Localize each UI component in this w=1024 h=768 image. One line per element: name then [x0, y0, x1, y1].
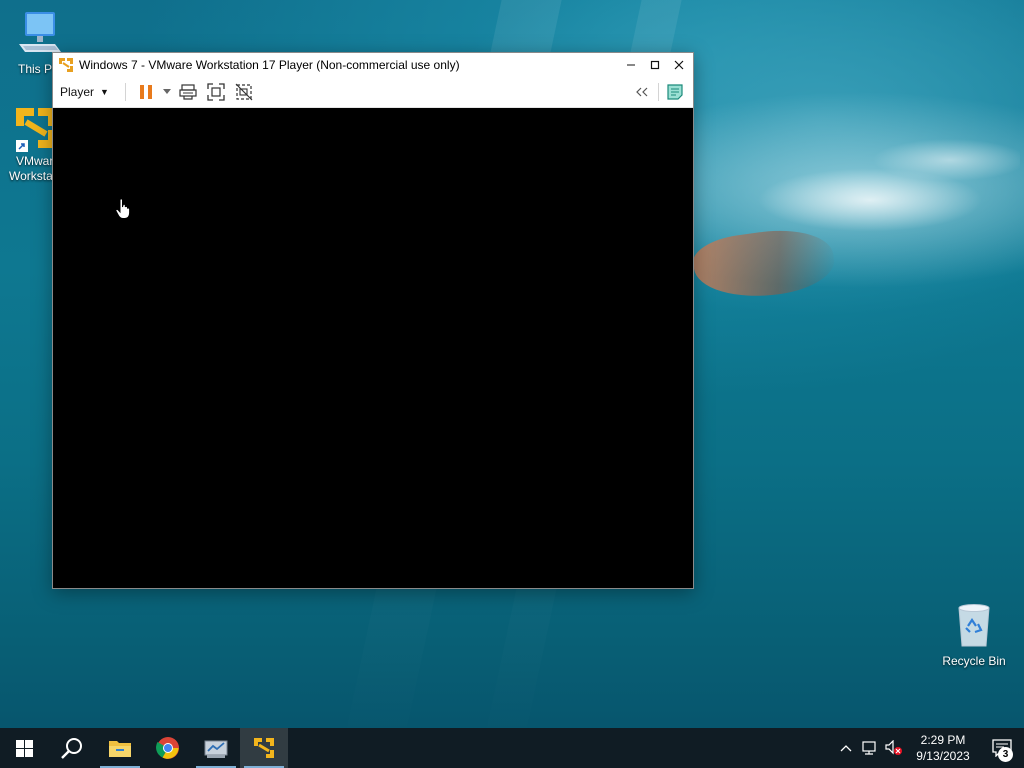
show-hidden-icons-button[interactable] — [834, 728, 858, 768]
start-button[interactable] — [0, 728, 48, 768]
taskbar-clock[interactable]: 2:29 PM 9/13/2023 — [906, 732, 980, 764]
window-title: Windows 7 - VMware Workstation 17 Player… — [79, 58, 460, 72]
desktop-icon-label: Recycle Bin — [942, 654, 1006, 668]
unity-button[interactable] — [230, 80, 258, 104]
chevron-up-icon — [840, 745, 852, 752]
full-screen-icon — [207, 83, 225, 101]
message-log-button[interactable] — [661, 80, 689, 104]
volume-muted-icon — [885, 740, 902, 755]
toolbar: Player ▼ — [53, 77, 693, 108]
action-center-button[interactable]: 3 — [980, 728, 1024, 768]
collapse-toolbar-button[interactable] — [628, 80, 656, 104]
wallpaper-fabric — [690, 222, 838, 306]
player-menu[interactable]: Player ▼ — [60, 85, 119, 99]
chrome-icon — [156, 737, 179, 759]
taskbar-vmware-player[interactable] — [240, 728, 288, 768]
pause-icon — [139, 85, 152, 99]
shortcut-arrow-icon — [16, 140, 28, 152]
clock-date: 9/13/2023 — [916, 749, 970, 763]
system-tray: 2:29 PM 9/13/2023 3 — [834, 728, 1024, 768]
taskbar: 2:29 PM 9/13/2023 3 — [0, 728, 1024, 768]
send-ctrl-alt-del-icon — [179, 84, 197, 100]
minimize-icon — [627, 64, 635, 66]
unity-icon — [235, 83, 253, 101]
send-ctrl-alt-del-button[interactable] — [174, 80, 202, 104]
maximize-icon — [650, 60, 660, 70]
vmware-logo-icon — [58, 57, 74, 73]
network-status-button[interactable] — [858, 728, 882, 768]
collapse-icon — [636, 87, 648, 97]
vmware-player-window[interactable]: Windows 7 - VMware Workstation 17 Player… — [52, 52, 694, 589]
notification-count-badge: 3 — [998, 747, 1013, 762]
start-icon — [15, 739, 33, 757]
chevron-down-icon: ▼ — [100, 87, 109, 97]
close-icon — [674, 60, 684, 70]
hand-cursor-icon — [115, 198, 131, 223]
volume-button[interactable] — [882, 728, 906, 768]
maximize-button[interactable] — [643, 53, 667, 77]
toolbar-divider — [124, 83, 126, 101]
desktop-icon-recycle-bin[interactable]: Recycle Bin — [937, 602, 1011, 669]
chevron-down-icon — [162, 89, 171, 94]
taskbar-file-explorer[interactable] — [96, 728, 144, 768]
power-dropdown-button[interactable] — [160, 80, 174, 104]
player-menu-label: Player — [60, 85, 95, 99]
vmware-player-icon — [254, 738, 274, 758]
clock-time: 2:29 PM — [920, 733, 966, 747]
pause-button[interactable] — [132, 80, 160, 104]
full-screen-button[interactable] — [202, 80, 230, 104]
search-button[interactable] — [48, 728, 96, 768]
network-icon — [862, 741, 876, 755]
toolbar-divider — [658, 83, 659, 101]
minimize-button[interactable] — [619, 53, 643, 77]
search-icon — [61, 738, 82, 759]
close-button[interactable] — [667, 53, 691, 77]
message-log-icon — [667, 84, 683, 100]
recycle-bin-icon — [937, 602, 1011, 652]
file-explorer-icon — [109, 741, 131, 757]
virtual-machine-screen[interactable] — [53, 108, 693, 588]
title-bar[interactable]: Windows 7 - VMware Workstation 17 Player… — [53, 53, 693, 77]
taskbar-chrome[interactable] — [144, 728, 192, 768]
server-manager-icon — [204, 740, 228, 758]
taskbar-server-manager[interactable] — [192, 728, 240, 768]
